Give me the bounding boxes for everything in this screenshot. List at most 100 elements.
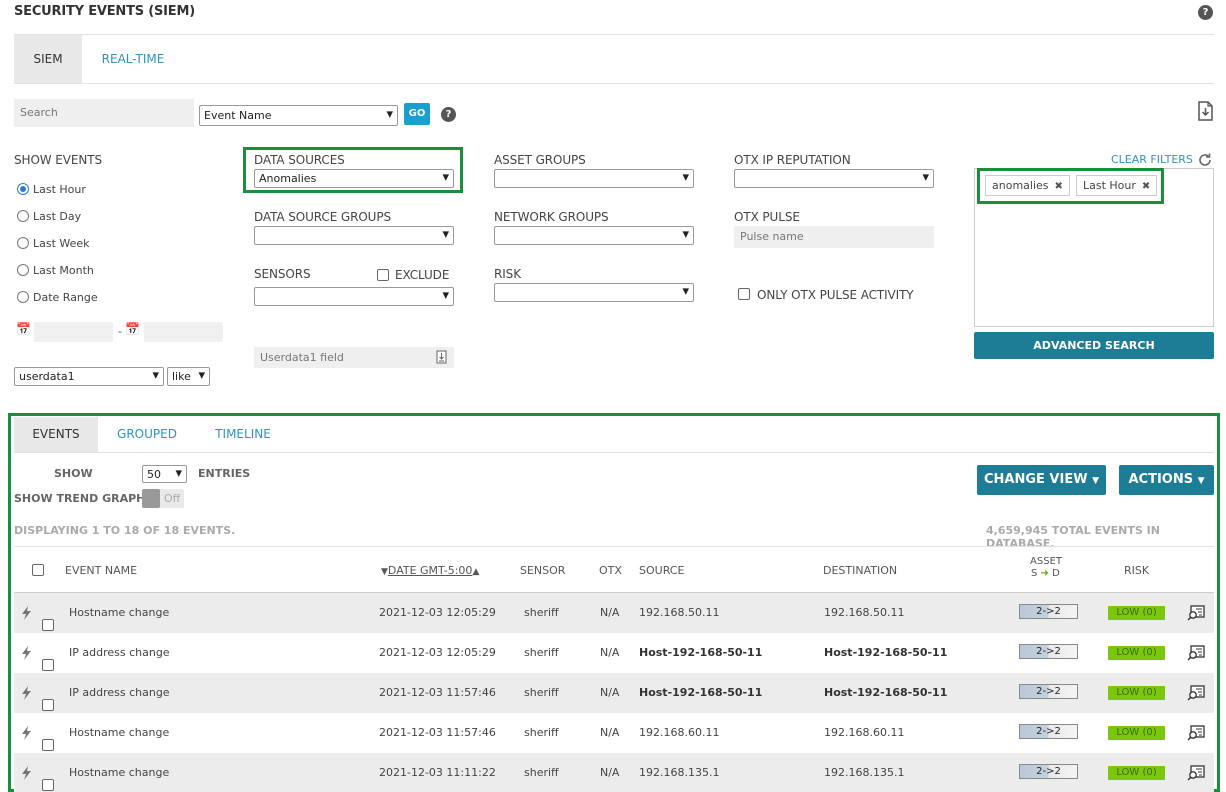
date-from-input[interactable] bbox=[34, 322, 113, 342]
event-source[interactable]: 192.168.135.1 bbox=[639, 766, 719, 779]
tab-events[interactable]: EVENTS bbox=[14, 417, 98, 452]
sensors-select[interactable] bbox=[254, 287, 454, 306]
calendar-icon[interactable]: 📅 bbox=[16, 322, 31, 336]
entries-select[interactable]: 50 bbox=[142, 465, 187, 483]
radio-last-month[interactable]: Last Month bbox=[17, 264, 94, 277]
userdata-field-select[interactable]: userdata1 bbox=[14, 367, 164, 386]
divider bbox=[14, 546, 1214, 547]
date-to-input[interactable] bbox=[144, 322, 223, 342]
radio-last-day[interactable]: Last Day bbox=[17, 210, 81, 223]
col-date[interactable]: ▼DATE GMT-5:00▲ bbox=[381, 564, 479, 577]
remove-filter-icon[interactable]: ✖ bbox=[1055, 181, 1063, 192]
actions-button[interactable]: ACTIONS ▼ bbox=[1119, 465, 1214, 495]
tab-grouped[interactable]: GROUPED bbox=[108, 417, 186, 452]
view-details-icon[interactable] bbox=[1187, 765, 1205, 781]
only-otx-pulse-checkbox[interactable] bbox=[738, 287, 750, 301]
tab-siem[interactable]: SIEM bbox=[14, 35, 82, 83]
event-destination[interactable]: Host-192-168-50-11 bbox=[824, 646, 947, 659]
col-destination[interactable]: DESTINATION bbox=[823, 564, 897, 577]
event-destination[interactable]: 192.168.50.11 bbox=[824, 606, 904, 619]
event-name[interactable]: IP address change bbox=[69, 686, 170, 699]
event-destination[interactable]: Host-192-168-50-11 bbox=[824, 686, 947, 699]
table-row[interactable]: Hostname change 2021-12-03 12:05:29 sherif… bbox=[14, 593, 1214, 633]
document-icon bbox=[436, 350, 447, 364]
event-otx: N/A bbox=[600, 726, 620, 739]
view-details-icon[interactable] bbox=[1187, 605, 1205, 621]
event-name[interactable]: Hostname change bbox=[69, 726, 169, 739]
table-row[interactable]: IP address change 2021-12-03 11:57:46 sher… bbox=[14, 673, 1214, 713]
col-asset: ASSET bbox=[1030, 556, 1062, 567]
help-icon[interactable]: ? bbox=[1198, 5, 1213, 20]
event-otx: N/A bbox=[600, 646, 620, 659]
clear-filters-link[interactable]: CLEAR FILTERS bbox=[1111, 153, 1193, 166]
show-events-label: SHOW EVENTS bbox=[14, 153, 102, 167]
plugin-icon[interactable] bbox=[19, 725, 33, 741]
risk-select[interactable] bbox=[494, 283, 694, 302]
remove-filter-icon[interactable]: ✖ bbox=[1142, 181, 1150, 192]
download-icon[interactable] bbox=[1197, 101, 1214, 121]
network-groups-label: NETWORK GROUPS bbox=[494, 210, 609, 224]
refresh-icon[interactable] bbox=[1197, 152, 1213, 168]
risk-badge: LOW (0) bbox=[1108, 646, 1165, 660]
event-name[interactable]: IP address change bbox=[69, 646, 170, 659]
asset-value: 2->2 bbox=[1019, 644, 1078, 659]
trend-graph-toggle[interactable]: Off bbox=[142, 489, 184, 508]
displaying-count: DISPLAYING 1 TO 18 OF 18 EVENTS. bbox=[14, 524, 236, 537]
col-event-name[interactable]: EVENT NAME bbox=[65, 564, 137, 577]
risk-badge: LOW (0) bbox=[1108, 766, 1165, 780]
table-row[interactable]: IP address change 2021-12-03 12:05:29 sher… bbox=[14, 633, 1214, 673]
tab-real-time[interactable]: REAL-TIME bbox=[92, 35, 174, 83]
event-destination[interactable]: 192.168.60.11 bbox=[824, 726, 904, 739]
asset-value: 2->2 bbox=[1019, 604, 1078, 619]
exclude-checkbox[interactable] bbox=[377, 268, 389, 282]
view-details-icon[interactable] bbox=[1187, 725, 1205, 741]
radio-date-range[interactable]: Date Range bbox=[17, 291, 98, 304]
risk-badge: LOW (0) bbox=[1108, 606, 1165, 620]
col-risk: RISK bbox=[1124, 564, 1150, 577]
event-destination[interactable]: 192.168.135.1 bbox=[824, 766, 904, 779]
divider bbox=[14, 83, 1214, 84]
userdata-operator-select[interactable]: like bbox=[167, 367, 210, 386]
table-row[interactable]: Hostname change 2021-12-03 11:57:46 sherif… bbox=[14, 713, 1214, 753]
event-name[interactable]: Hostname change bbox=[69, 766, 169, 779]
view-details-icon[interactable] bbox=[1187, 645, 1205, 661]
event-source[interactable]: 192.168.60.11 bbox=[639, 726, 719, 739]
search-input[interactable]: Search bbox=[14, 99, 194, 127]
event-source[interactable]: 192.168.50.11 bbox=[639, 606, 719, 619]
view-details-icon[interactable] bbox=[1187, 685, 1205, 701]
radio-last-week[interactable]: Last Week bbox=[17, 237, 90, 250]
table-row[interactable]: Hostname change 2021-12-03 11:11:22 sherif… bbox=[14, 753, 1214, 792]
event-source[interactable]: Host-192-168-50-11 bbox=[639, 686, 762, 699]
col-sensor[interactable]: SENSOR bbox=[520, 564, 565, 577]
data-source-groups-select[interactable] bbox=[254, 226, 454, 245]
go-button[interactable]: GO bbox=[404, 103, 430, 125]
change-view-button[interactable]: CHANGE VIEW ▼ bbox=[977, 465, 1106, 495]
plugin-icon[interactable] bbox=[19, 605, 33, 621]
filter-tag: Last Hour ✖ bbox=[1076, 175, 1158, 196]
data-sources-select[interactable]: Anomalies bbox=[254, 169, 454, 188]
event-otx: N/A bbox=[600, 686, 620, 699]
event-name[interactable]: Hostname change bbox=[69, 606, 169, 619]
event-sensor: sheriff bbox=[524, 766, 559, 779]
col-source[interactable]: SOURCE bbox=[639, 564, 684, 577]
select-all-checkbox[interactable] bbox=[32, 563, 44, 577]
network-groups-select[interactable] bbox=[494, 226, 694, 245]
exclude-label: EXCLUDE bbox=[395, 268, 450, 282]
calendar-icon[interactable]: 📅 bbox=[125, 322, 140, 336]
otx-pulse-input[interactable]: Pulse name bbox=[734, 226, 934, 248]
asset-groups-select[interactable] bbox=[494, 169, 694, 188]
col-otx[interactable]: OTX bbox=[599, 564, 622, 577]
plugin-icon[interactable] bbox=[19, 685, 33, 701]
search-field-select[interactable]: Event Name bbox=[199, 105, 398, 126]
help-icon[interactable]: ? bbox=[441, 107, 456, 122]
tab-timeline[interactable]: TIMELINE bbox=[206, 417, 280, 452]
arrow-right-icon: ➜ bbox=[1040, 568, 1049, 579]
event-source[interactable]: Host-192-168-50-11 bbox=[639, 646, 762, 659]
otx-ip-reputation-select[interactable] bbox=[734, 169, 934, 188]
plugin-icon[interactable] bbox=[19, 765, 33, 781]
radio-last-hour[interactable]: Last Hour bbox=[17, 183, 86, 196]
advanced-search-button[interactable]: ADVANCED SEARCH bbox=[974, 332, 1214, 359]
event-date: 2021-12-03 12:05:29 bbox=[379, 606, 496, 619]
userdata-input[interactable]: Userdata1 field bbox=[254, 347, 454, 368]
plugin-icon[interactable] bbox=[19, 645, 33, 661]
